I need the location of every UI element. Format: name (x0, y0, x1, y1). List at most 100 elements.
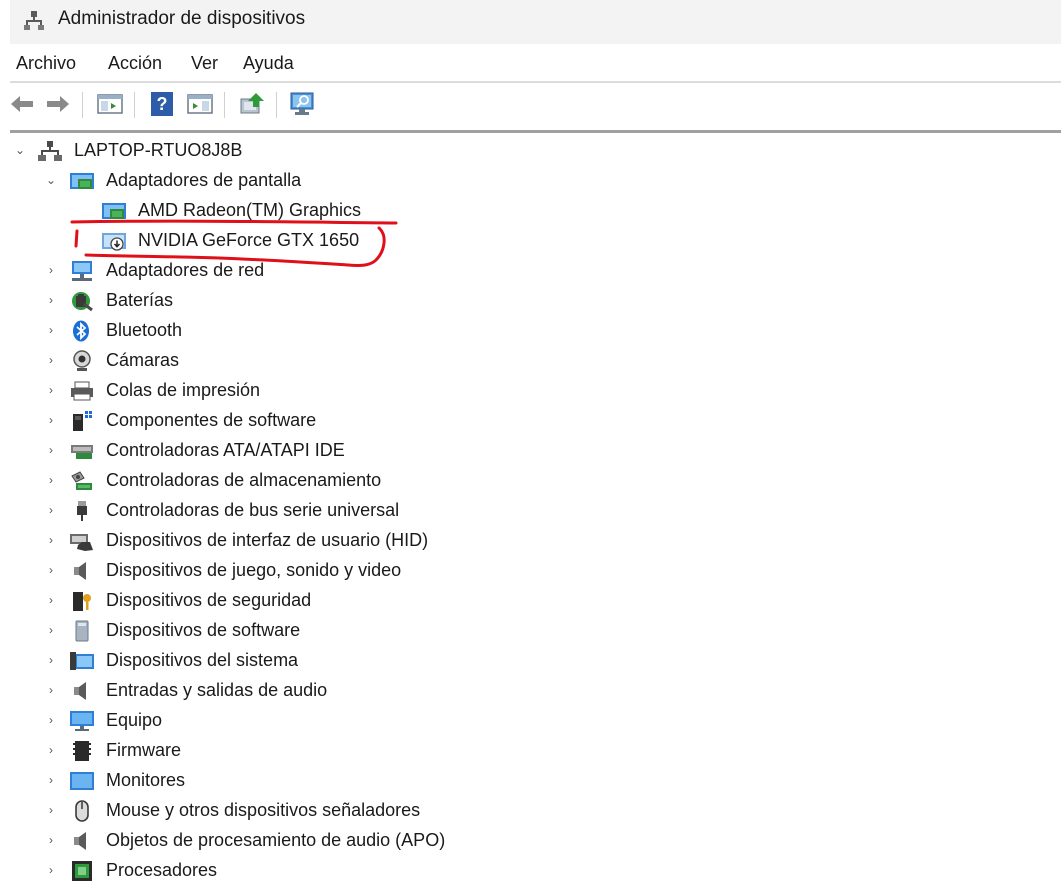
properties-icon (187, 94, 213, 114)
chevron-right-icon[interactable]: › (44, 293, 58, 307)
chevron-right-icon[interactable]: › (44, 593, 58, 607)
security-device-icon (73, 592, 91, 611)
properties-button[interactable] (186, 90, 214, 118)
help-button[interactable]: ? (148, 90, 176, 118)
chevron-right-icon[interactable]: › (44, 413, 58, 427)
tree-category-procesadores[interactable]: › Procesadores (0, 856, 1061, 886)
tree-root[interactable]: ⌄ LAPTOP-RTUO8J8B (0, 136, 1061, 166)
help-icon: ? (151, 92, 173, 116)
title-bar: Administrador de dispositivos (0, 0, 1061, 44)
update-driver-button[interactable] (238, 90, 266, 118)
menu-archivo[interactable]: Archivo (16, 53, 76, 74)
audio-io-icon (74, 682, 86, 700)
software-component-icon (73, 411, 92, 431)
display-adapter-icon (70, 173, 94, 189)
forward-arrow-icon (47, 96, 69, 112)
chevron-right-icon[interactable]: › (44, 533, 58, 547)
tree-category-label: Colas de impresión (106, 380, 261, 400)
tree-category-label: Adaptadores de pantalla (106, 170, 302, 190)
chevron-right-icon[interactable]: › (44, 563, 58, 577)
menu-ver[interactable]: Ver (191, 53, 218, 74)
menu-accion[interactable]: Acción (108, 53, 162, 74)
chevron-right-icon[interactable]: › (44, 803, 58, 817)
tree-device-label: NVIDIA GeForce GTX 1650 (138, 230, 360, 250)
tree-category-label: Entradas y salidas de audio (106, 680, 328, 700)
show-hide-console-tree-icon (97, 94, 123, 114)
chevron-right-icon[interactable]: › (44, 653, 58, 667)
toolbar-separator (276, 92, 277, 118)
chevron-right-icon[interactable]: › (44, 863, 58, 877)
tree-category-controladoras-usb[interactable]: › Controladoras de bus serie universal (0, 496, 1061, 526)
tree-category-firmware[interactable]: › Firmware (0, 736, 1061, 766)
tree-category-label: Dispositivos de software (106, 620, 301, 640)
device-tree: ⌄ LAPTOP-RTUO8J8B ⌄ Adaptadores de panta… (0, 136, 1061, 881)
tree-root-label: LAPTOP-RTUO8J8B (74, 140, 243, 160)
monitor-icon (70, 772, 94, 790)
camera-icon (73, 350, 91, 371)
tree-device-nvidia-geforce[interactable]: NVIDIA GeForce GTX 1650 (0, 226, 1061, 256)
scan-hardware-button[interactable] (288, 90, 316, 118)
tree-category-dispositivos-del-sistema[interactable]: › Dispositivos del sistema (0, 646, 1061, 676)
audio-processing-icon (74, 832, 86, 850)
display-adapter-icon (102, 203, 126, 219)
menu-ayuda[interactable]: Ayuda (243, 53, 294, 74)
mouse-icon (75, 800, 89, 822)
toolbar-divider (10, 130, 1061, 133)
chevron-right-icon[interactable]: › (44, 323, 58, 337)
tree-category-label: Mouse y otros dispositivos señaladores (106, 800, 421, 820)
chevron-right-icon[interactable]: › (44, 263, 58, 277)
tree-category-camaras[interactable]: › Cámaras (0, 346, 1061, 376)
update-driver-icon (240, 93, 264, 114)
tree-category-dispositivos-de-software[interactable]: › Dispositivos de software (0, 616, 1061, 646)
hid-icon (70, 534, 93, 551)
back-arrow-icon (11, 96, 33, 112)
tree-category-label: Objetos de procesamiento de audio (APO) (106, 830, 446, 850)
tree-device-amd-radeon[interactable]: AMD Radeon(TM) Graphics (0, 196, 1061, 226)
chevron-right-icon[interactable]: › (44, 383, 58, 397)
back-button[interactable] (8, 90, 36, 118)
tree-category-label: Monitores (106, 770, 186, 790)
device-manager-icon (24, 11, 44, 30)
tree-category-apo[interactable]: › Objetos de procesamiento de audio (APO… (0, 826, 1061, 856)
chevron-right-icon[interactable]: › (44, 503, 58, 517)
chevron-right-icon[interactable]: › (44, 713, 58, 727)
tree-category-colas-de-impresion[interactable]: › Colas de impresión (0, 376, 1061, 406)
tree-category-label: Controladoras ATA/ATAPI IDE (106, 440, 345, 460)
chevron-down-icon[interactable]: ⌄ (13, 143, 27, 157)
tree-category-hid[interactable]: › Dispositivos de interfaz de usuario (H… (0, 526, 1061, 556)
chevron-right-icon[interactable]: › (44, 833, 58, 847)
tree-category-label: Procesadores (106, 860, 218, 880)
chevron-right-icon[interactable]: › (44, 773, 58, 787)
tree-category-baterias[interactable]: › Baterías (0, 286, 1061, 316)
tree-category-label: Cámaras (106, 350, 180, 370)
tree-category-bluetooth[interactable]: › Bluetooth (0, 316, 1061, 346)
tree-category-juego-sonido-video[interactable]: › Dispositivos de juego, sonido y video (0, 556, 1061, 586)
chevron-right-icon[interactable]: › (44, 743, 58, 757)
tree-category-entradas-salidas-audio[interactable]: › Entradas y salidas de audio (0, 676, 1061, 706)
forward-button[interactable] (44, 90, 72, 118)
chevron-right-icon[interactable]: › (44, 473, 58, 487)
chevron-right-icon[interactable]: › (44, 623, 58, 637)
tree-category-adaptadores-de-red[interactable]: › Adaptadores de red (0, 256, 1061, 286)
show-hide-tree-button[interactable] (96, 90, 124, 118)
scan-hardware-icon (290, 92, 314, 115)
window-title: Administrador de dispositivos (58, 8, 306, 29)
chevron-down-icon[interactable]: ⌄ (44, 173, 58, 187)
chevron-right-icon[interactable]: › (44, 683, 58, 697)
tree-category-equipo[interactable]: › Equipo (0, 706, 1061, 736)
tree-category-componentes-de-software[interactable]: › Componentes de software (0, 406, 1061, 436)
tree-category-label: Controladoras de almacenamiento (106, 470, 382, 490)
toolbar-separator (134, 92, 135, 118)
tree-category-seguridad[interactable]: › Dispositivos de seguridad (0, 586, 1061, 616)
chevron-right-icon[interactable]: › (44, 353, 58, 367)
tree-category-controladoras-almacenamiento[interactable]: › Controladoras de almacenamiento (0, 466, 1061, 496)
tree-category-mouse[interactable]: › Mouse y otros dispositivos señaladores (0, 796, 1061, 826)
battery-icon (72, 292, 93, 312)
usb-controller-icon (77, 501, 87, 521)
tree-category-controladoras-ata[interactable]: › Controladoras ATA/ATAPI IDE (0, 436, 1061, 466)
tree-category-adaptadores-de-pantalla[interactable]: ⌄ Adaptadores de pantalla (0, 166, 1061, 196)
computer-icon (70, 711, 94, 731)
toolbar: ? (0, 84, 1061, 126)
chevron-right-icon[interactable]: › (44, 443, 58, 457)
tree-category-monitores[interactable]: › Monitores (0, 766, 1061, 796)
